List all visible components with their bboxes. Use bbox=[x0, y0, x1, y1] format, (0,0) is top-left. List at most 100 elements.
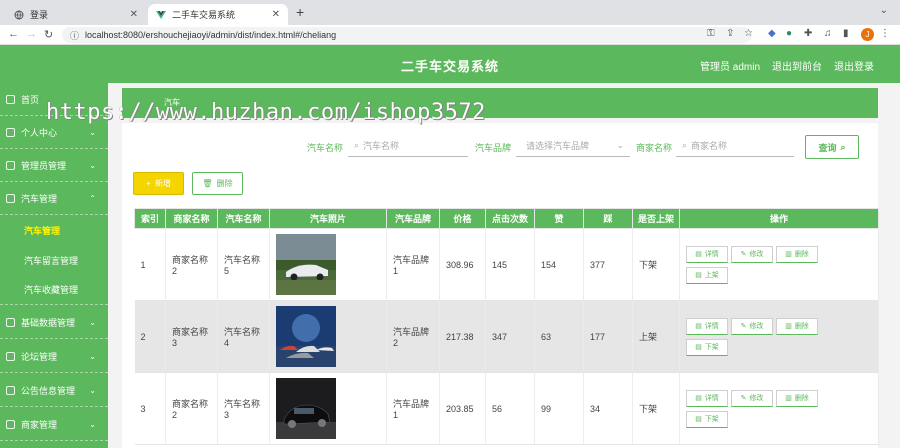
edit-button[interactable]: ✎ 修改 bbox=[731, 317, 773, 335]
car-name-placeholder: 汽车名称 bbox=[363, 141, 400, 151]
document-icon: ▤ bbox=[695, 344, 702, 351]
sidebar-subitem-car-management[interactable]: 汽车管理 bbox=[0, 215, 108, 245]
puzzle-icon[interactable]: ✚ bbox=[804, 28, 812, 39]
menu-kebab-icon[interactable]: ⋮ bbox=[880, 28, 890, 39]
table-row: 3 商家名称2 汽车名称3 汽车品牌1 203.85 56 99 34 下架 ▤… bbox=[134, 372, 879, 445]
cell-car-name: 汽车名称5 bbox=[217, 228, 270, 301]
batch-delete-button[interactable]: 🗑 删除 bbox=[192, 172, 243, 195]
close-icon[interactable]: ✕ bbox=[272, 9, 280, 20]
announcement-icon bbox=[6, 385, 15, 395]
add-button[interactable]: + 新增 bbox=[133, 172, 184, 195]
document-icon: ▤ bbox=[695, 323, 702, 330]
sidepanel-icon[interactable]: ▮ bbox=[843, 28, 849, 39]
cell-brand: 汽车品牌1 bbox=[386, 372, 440, 445]
detail-button[interactable]: ▤ 详情 bbox=[686, 245, 728, 263]
extension-circle-icon[interactable]: ● bbox=[786, 28, 792, 39]
merchant-label: 商家名称 bbox=[636, 143, 673, 153]
vue-logo-icon bbox=[156, 10, 166, 20]
search-icon: ⌕ bbox=[682, 140, 688, 150]
key-icon[interactable]: ⚿ bbox=[707, 28, 715, 39]
chevron-down-icon: ⌄ bbox=[89, 419, 96, 429]
sidebar-subitem-label: 汽车留言管理 bbox=[24, 255, 79, 266]
star-icon[interactable]: ☆ bbox=[744, 28, 753, 39]
cell-likes: 99 bbox=[534, 372, 584, 445]
delete-button[interactable]: ▥ 删除 bbox=[776, 389, 818, 407]
profile-avatar[interactable]: J bbox=[861, 28, 874, 41]
col-status: 是否上架 bbox=[632, 208, 680, 229]
new-tab-button[interactable]: + bbox=[296, 4, 304, 20]
col-merchant: 商家名称 bbox=[165, 208, 218, 229]
back-to-front-link[interactable]: 退出到前台 bbox=[772, 58, 822, 73]
cell-merchant: 商家名称2 bbox=[165, 228, 218, 301]
sidebar-item-merchants[interactable]: 商家管理 ⌄ bbox=[0, 408, 108, 441]
close-icon[interactable]: ✕ bbox=[130, 9, 138, 20]
edit-button[interactable]: ✎ 修改 bbox=[731, 389, 773, 407]
sidebar-item-forum[interactable]: 论坛管理 ⌄ bbox=[0, 340, 108, 373]
brand-select[interactable]: 请选择汽车品牌 ⌄ bbox=[516, 135, 630, 157]
edit-label: 修改 bbox=[749, 395, 764, 402]
col-car-name: 汽车名称 bbox=[217, 208, 270, 229]
share-icon[interactable]: ⇪ bbox=[726, 28, 734, 39]
delete-label: 删除 bbox=[794, 251, 809, 258]
logout-link[interactable]: 退出登录 bbox=[834, 58, 874, 73]
sidebar-item-admins[interactable]: 管理员管理 ⌄ bbox=[0, 149, 108, 182]
extension-shield-icon[interactable]: ◆ bbox=[768, 28, 776, 39]
car-name-input[interactable]: ⌕ 汽车名称 bbox=[348, 135, 468, 157]
toggle-shelf-button[interactable]: ▤ 下架 bbox=[686, 410, 728, 428]
delete-button[interactable]: ▥ 删除 bbox=[776, 317, 818, 335]
brand-placeholder: 请选择汽车品牌 bbox=[526, 141, 590, 151]
tab-system[interactable]: 二手车交易系统 ✕ bbox=[148, 4, 288, 25]
delete-label: 删除 bbox=[794, 323, 809, 330]
delete-label: 删除 bbox=[794, 395, 809, 402]
edit-button[interactable]: ✎ 修改 bbox=[731, 245, 773, 263]
delete-button[interactable]: ▥ 删除 bbox=[776, 245, 818, 263]
cell-status: 上架 bbox=[632, 300, 680, 373]
chevron-down-icon: ⌄ bbox=[89, 385, 96, 395]
watermark-text: https://www.huzhan.com/ishop3572 bbox=[46, 100, 486, 125]
toggle-shelf-button[interactable]: ▤ 下架 bbox=[686, 338, 728, 356]
tab-search-icon[interactable]: ⌄ bbox=[880, 5, 888, 16]
car-photo[interactable] bbox=[276, 378, 336, 439]
cell-merchant: 商家名称2 bbox=[165, 372, 218, 445]
merchant-input[interactable]: ⌕ 商家名称 bbox=[676, 135, 794, 157]
reload-icon[interactable]: ↻ bbox=[44, 28, 53, 41]
detail-button[interactable]: ▤ 详情 bbox=[686, 317, 728, 335]
media-icon[interactable]: ♫ bbox=[824, 28, 832, 39]
database-icon bbox=[6, 317, 15, 327]
site-info-icon[interactable]: ⓘ bbox=[70, 29, 79, 42]
table-row: 1 商家名称2 汽车名称5 汽车品牌1 308.96 145 154 377 下… bbox=[134, 228, 879, 301]
chevron-up-icon: ⌃ bbox=[89, 193, 96, 203]
detail-button[interactable]: ▤ 详情 bbox=[686, 389, 728, 407]
cell-brand: 汽车品牌1 bbox=[386, 228, 440, 301]
sidebar-item-cars[interactable]: 汽车管理 ⌃ bbox=[0, 182, 108, 215]
back-icon[interactable]: ← bbox=[8, 28, 19, 40]
forward-icon[interactable]: → bbox=[26, 28, 37, 40]
cell-brand: 汽车品牌2 bbox=[386, 300, 440, 373]
tab-login[interactable]: 登录 ✕ bbox=[6, 4, 146, 25]
cell-clicks: 56 bbox=[485, 372, 535, 445]
sidebar-subitem-car-favorites[interactable]: 汽车收藏管理 bbox=[0, 275, 108, 305]
cell-photo bbox=[269, 300, 387, 373]
url-input[interactable]: ⓘ localhost:8080/ershouchejiaoyi/admin/d… bbox=[62, 27, 752, 43]
chevron-down-icon: ⌄ bbox=[89, 351, 96, 361]
toggle-shelf-button[interactable]: ▤ 上架 bbox=[686, 266, 728, 284]
sidebar-subitem-car-messages[interactable]: 汽车留言管理 bbox=[0, 245, 108, 275]
document-icon: ▤ bbox=[695, 395, 702, 402]
car-photo[interactable] bbox=[276, 306, 336, 367]
chevron-down-icon: ⌄ bbox=[89, 317, 96, 327]
tab-title: 二手车交易系统 bbox=[172, 10, 236, 20]
sidebar-item-label: 个人中心 bbox=[21, 127, 58, 138]
plus-icon: + bbox=[146, 179, 151, 188]
query-button[interactable]: 查询 ⌕ bbox=[805, 135, 859, 159]
sidebar-item-announcements[interactable]: 公告信息管理 ⌄ bbox=[0, 374, 108, 407]
sidebar-subitem-label: 汽车管理 bbox=[24, 225, 61, 236]
sidebar-item-base-data[interactable]: 基础数据管理 ⌄ bbox=[0, 306, 108, 339]
trash-icon: 🗑 bbox=[202, 179, 213, 188]
add-label: 新增 bbox=[154, 179, 171, 188]
edit-icon: ✎ bbox=[740, 323, 747, 330]
admin-icon bbox=[6, 160, 15, 170]
app-window: 登录 ✕ 二手车交易系统 ✕ + ⌄ ← → ↻ ⓘ localhost:808… bbox=[0, 0, 900, 448]
car-photo[interactable] bbox=[276, 234, 336, 295]
merchant-placeholder: 商家名称 bbox=[691, 141, 728, 151]
cell-dislikes: 377 bbox=[583, 228, 633, 301]
